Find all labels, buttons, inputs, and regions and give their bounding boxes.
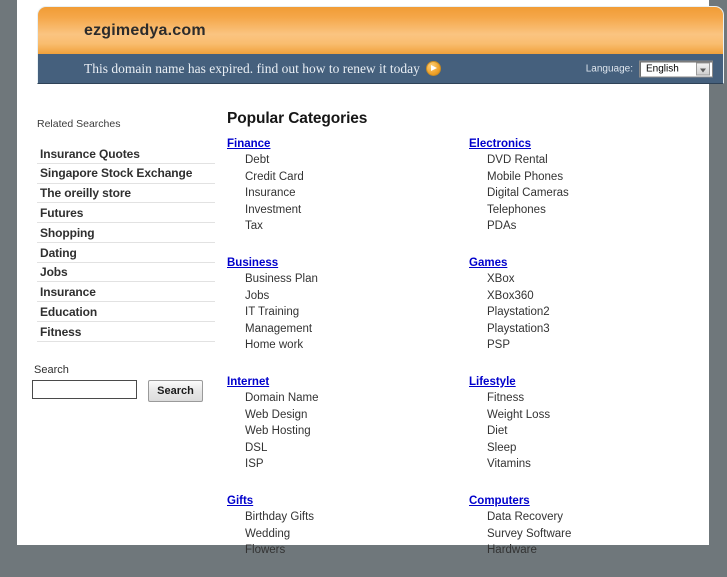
language-label: Language: [585, 63, 633, 74]
expiry-notice-text: This domain name has expired. find out h… [84, 60, 420, 76]
category-title-link[interactable]: Gifts [227, 495, 253, 507]
related-search-item[interactable]: Singapore Stock Exchange [37, 164, 215, 184]
category-item[interactable]: Data Recovery [487, 509, 707, 526]
category-item[interactable]: Vitamins [487, 456, 707, 473]
category-group-gifts: Gifts Birthday Gifts Wedding Flowers [227, 491, 469, 559]
category-items: Data Recovery Survey Software Hardware [469, 509, 707, 559]
language-selected-value: English [646, 63, 679, 74]
search-input[interactable] [32, 380, 137, 399]
category-item[interactable]: Playstation3 [487, 321, 707, 338]
related-search-item[interactable]: Fitness [37, 322, 215, 342]
category-title-link[interactable]: Lifestyle [469, 376, 516, 388]
language-selector-group: Language: English [586, 60, 713, 77]
related-search-item[interactable]: Education [37, 302, 215, 323]
category-item[interactable]: Web Design [245, 407, 469, 424]
page-content: Related Searches Insurance Quotes Singap… [17, 96, 709, 556]
category-item[interactable]: DSL [245, 440, 469, 457]
arrow-right-circle-icon[interactable] [425, 60, 441, 76]
popular-categories: Popular Categories Finance Debt Credit C… [227, 110, 707, 577]
related-search-item[interactable]: Futures [37, 203, 215, 224]
category-group-computers: Computers Data Recovery Survey Software … [469, 491, 707, 559]
category-item[interactable]: Tax [245, 218, 469, 235]
category-item[interactable]: IT Training [245, 304, 469, 321]
category-item[interactable]: Business Plan [245, 271, 469, 288]
category-title-link[interactable]: Finance [227, 138, 270, 150]
category-item[interactable]: Jobs [245, 288, 469, 305]
category-title-link[interactable]: Internet [227, 376, 269, 388]
search-label: Search [34, 364, 69, 376]
search-row: Search [32, 380, 232, 402]
expiry-notice: This domain name has expired. find out h… [84, 60, 441, 77]
page-title: Popular Categories [227, 110, 368, 127]
category-item[interactable]: Sleep [487, 440, 707, 457]
category-item[interactable]: Digital Cameras [487, 185, 707, 202]
category-title-link[interactable]: Electronics [469, 138, 531, 150]
category-title-link[interactable]: Business [227, 257, 278, 269]
related-searches-title: Related Searches [37, 118, 121, 130]
title-bar: ezgimedya.com [37, 6, 724, 54]
category-items: Domain Name Web Design Web Hosting DSL I… [227, 390, 469, 473]
related-search-item[interactable]: Insurance [37, 282, 215, 303]
category-item[interactable]: Insurance [245, 185, 469, 202]
category-item[interactable]: Web Hosting [245, 423, 469, 440]
category-items: Birthday Gifts Wedding Flowers [227, 509, 469, 559]
language-select[interactable]: English [639, 60, 713, 77]
category-group-finance: Finance Debt Credit Card Insurance Inves… [227, 134, 469, 235]
category-item[interactable]: Weight Loss [487, 407, 707, 424]
related-searches-list: Insurance Quotes Singapore Stock Exchang… [37, 144, 215, 342]
category-items: XBox XBox360 Playstation2 Playstation3 P… [469, 271, 707, 354]
category-item[interactable]: Fitness [487, 390, 707, 407]
category-item[interactable]: Telephones [487, 202, 707, 219]
category-item[interactable]: Playstation2 [487, 304, 707, 321]
category-item[interactable]: PDAs [487, 218, 707, 235]
related-searches-sidebar: Related Searches Insurance Quotes Singap… [37, 118, 215, 342]
related-search-item[interactable]: Jobs [37, 263, 215, 283]
category-item[interactable]: XBox [487, 271, 707, 288]
category-group-games: Games XBox XBox360 Playstation2 Playstat… [469, 253, 707, 354]
category-items: Fitness Weight Loss Diet Sleep Vitamins [469, 390, 707, 473]
category-item[interactable]: Credit Card [245, 169, 469, 186]
category-item[interactable]: Mobile Phones [487, 169, 707, 186]
category-item[interactable]: Investment [245, 202, 469, 219]
related-search-item[interactable]: Insurance Quotes [37, 144, 215, 164]
search-block: Search Search [32, 364, 232, 402]
category-item[interactable]: Home work [245, 337, 469, 354]
site-header: ezgimedya.com This domain name has expir… [37, 6, 724, 86]
content-card: ezgimedya.com This domain name has expir… [17, 0, 724, 556]
related-search-item[interactable]: The oreilly store [37, 184, 215, 204]
category-item[interactable]: ISP [245, 456, 469, 473]
category-item[interactable]: DVD Rental [487, 152, 707, 169]
category-item[interactable]: Birthday Gifts [245, 509, 469, 526]
search-button[interactable]: Search [148, 380, 203, 402]
category-group-internet: Internet Domain Name Web Design Web Host… [227, 372, 469, 473]
page-root: ezgimedya.com This domain name has expir… [0, 0, 727, 556]
category-items: DVD Rental Mobile Phones Digital Cameras… [469, 152, 707, 235]
chevron-down-icon[interactable] [696, 62, 710, 75]
related-search-item[interactable]: Dating [37, 243, 215, 263]
category-item[interactable]: Survey Software [487, 526, 707, 543]
domain-title: ezgimedya.com [84, 21, 206, 39]
category-group-business: Business Business Plan Jobs IT Training … [227, 253, 469, 354]
categories-grid: Finance Debt Credit Card Insurance Inves… [227, 134, 707, 577]
category-title-link[interactable]: Computers [469, 495, 530, 507]
category-title-link[interactable]: Games [469, 257, 507, 269]
category-items: Debt Credit Card Insurance Investment Ta… [227, 152, 469, 235]
category-item[interactable]: PSP [487, 337, 707, 354]
category-item[interactable]: Debt [245, 152, 469, 169]
category-item[interactable]: Management [245, 321, 469, 338]
category-item[interactable]: Wedding [245, 526, 469, 543]
category-item[interactable]: Diet [487, 423, 707, 440]
category-group-electronics: Electronics DVD Rental Mobile Phones Dig… [469, 134, 707, 235]
related-search-item[interactable]: Shopping [37, 223, 215, 243]
expiry-notice-bar: This domain name has expired. find out h… [37, 54, 724, 84]
category-item[interactable]: Domain Name [245, 390, 469, 407]
category-group-lifestyle: Lifestyle Fitness Weight Loss Diet Sleep… [469, 372, 707, 473]
category-item[interactable]: XBox360 [487, 288, 707, 305]
category-items: Business Plan Jobs IT Training Managemen… [227, 271, 469, 354]
